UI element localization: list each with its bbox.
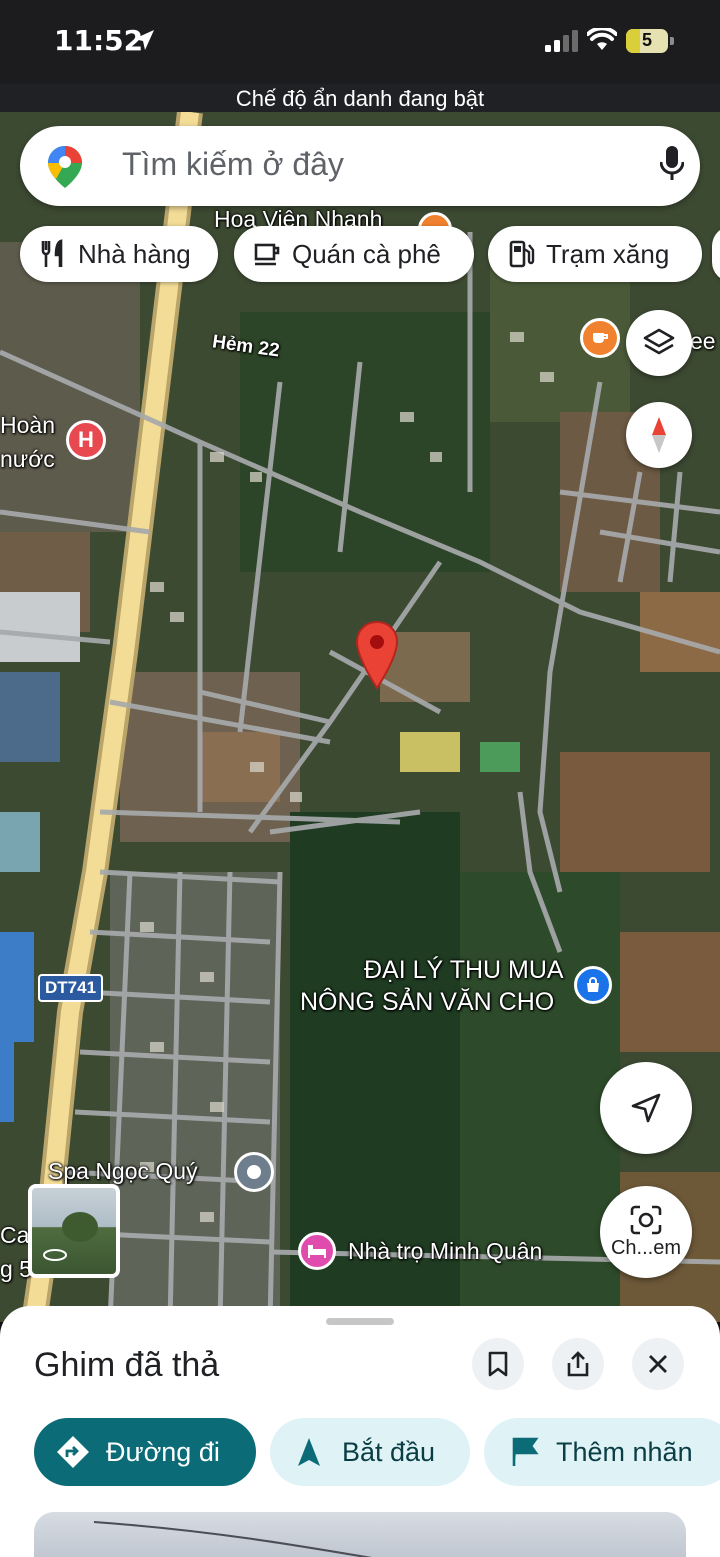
google-maps-logo-icon bbox=[48, 146, 82, 188]
incognito-banner: Chế độ ẩn danh đang bật bbox=[0, 84, 720, 114]
chip-label: Trạm xăng bbox=[546, 238, 670, 269]
start-label: Bắt đầu bbox=[342, 1436, 436, 1467]
layers-icon bbox=[643, 328, 675, 355]
sheet-title: Ghim đã thả bbox=[34, 1346, 220, 1384]
flag-icon bbox=[512, 1437, 539, 1466]
360-rotate-icon bbox=[43, 1249, 67, 1261]
chip-label: Nhà hàng bbox=[78, 238, 191, 269]
microphone-icon[interactable] bbox=[660, 146, 684, 184]
lodging-poi-icon[interactable] bbox=[298, 1232, 336, 1270]
close-icon bbox=[649, 1355, 667, 1373]
place-photo[interactable] bbox=[34, 1512, 686, 1557]
compass-icon bbox=[652, 417, 666, 453]
hospital-poi-icon[interactable]: H bbox=[66, 420, 106, 460]
cellular-signal-icon bbox=[545, 30, 578, 52]
map-label-spa[interactable]: Spa Ngọc Quý bbox=[48, 1158, 198, 1185]
add-label-button[interactable]: Thêm nhãn bbox=[484, 1418, 720, 1486]
navigation-arrow-icon bbox=[631, 1093, 661, 1123]
shop-poi-icon[interactable] bbox=[574, 966, 612, 1004]
chip-gas-stations[interactable]: Trạm xăng bbox=[488, 226, 702, 282]
compass-button[interactable] bbox=[626, 402, 692, 468]
my-location-button[interactable] bbox=[600, 1062, 692, 1154]
navigation-arrow-icon bbox=[298, 1438, 320, 1466]
coffee-poi-icon[interactable] bbox=[580, 318, 620, 358]
directions-button[interactable]: Đường đi bbox=[34, 1418, 256, 1486]
battery-icon: 5 bbox=[626, 29, 674, 53]
save-button[interactable] bbox=[472, 1338, 524, 1390]
camera-label: Ch...em bbox=[610, 1236, 682, 1259]
sheet-drag-handle[interactable] bbox=[326, 1318, 394, 1325]
map-label-daily-1[interactable]: ĐẠI LÝ THU MUA bbox=[364, 956, 564, 985]
location-arrow-icon bbox=[134, 30, 154, 50]
satellite-map[interactable]: Hoa Viên Nhanh Hẻm 22 Hoàn nước H ee ĐẠI… bbox=[0, 112, 720, 1322]
wifi-icon bbox=[587, 28, 617, 50]
coffee-cup-icon bbox=[254, 243, 280, 266]
lens-camera-button[interactable]: Ch...em bbox=[600, 1186, 692, 1278]
chip-restaurants[interactable]: Nhà hàng bbox=[20, 226, 218, 282]
spa-poi-icon[interactable] bbox=[234, 1152, 274, 1192]
map-label-nuoc[interactable]: nước bbox=[0, 446, 55, 473]
share-button[interactable] bbox=[552, 1338, 604, 1390]
road-badge-dt741: DT741 bbox=[38, 974, 104, 1002]
chip-cafes[interactable]: Quán cà phê bbox=[234, 226, 474, 282]
search-bar[interactable]: Tìm kiếm ở đây bbox=[20, 126, 700, 206]
status-time: 11:52 bbox=[54, 24, 144, 57]
road-badge-label: DT741 bbox=[45, 978, 97, 997]
map-label-nhatro[interactable]: Nhà trọ Minh Quân bbox=[348, 1238, 542, 1265]
layers-button[interactable] bbox=[626, 310, 692, 376]
bottom-sheet[interactable]: Ghim đã thả Đường đi Bắt đầu Thêm nhãn bbox=[0, 1306, 720, 1557]
map-label-hoan[interactable]: Hoàn bbox=[0, 412, 55, 439]
add-label-label: Thêm nhãn bbox=[556, 1436, 693, 1467]
gas-pump-icon bbox=[509, 240, 535, 268]
share-icon bbox=[567, 1351, 589, 1377]
street-view-thumbnail[interactable] bbox=[28, 1184, 120, 1278]
chip-label: Quán cà phê bbox=[292, 238, 441, 269]
lens-camera-icon bbox=[630, 1205, 662, 1234]
directions-icon bbox=[57, 1436, 89, 1468]
close-button[interactable] bbox=[632, 1338, 684, 1390]
map-label-daily-2[interactable]: NÔNG SẢN VĂN CHO bbox=[300, 988, 554, 1017]
map-label-ee[interactable]: ee bbox=[690, 328, 716, 355]
dropped-pin-icon[interactable] bbox=[354, 620, 400, 690]
search-input[interactable]: Tìm kiếm ở đây bbox=[122, 146, 344, 183]
photo-wire-line bbox=[93, 1521, 372, 1557]
status-bar: 11:52 5 bbox=[0, 0, 720, 84]
battery-level: 5 bbox=[641, 30, 652, 50]
fork-knife-icon bbox=[41, 239, 63, 267]
directions-label: Đường đi bbox=[106, 1436, 220, 1467]
map-imagery bbox=[0, 112, 720, 1322]
bookmark-icon bbox=[488, 1351, 508, 1377]
start-button[interactable]: Bắt đầu bbox=[270, 1418, 470, 1486]
